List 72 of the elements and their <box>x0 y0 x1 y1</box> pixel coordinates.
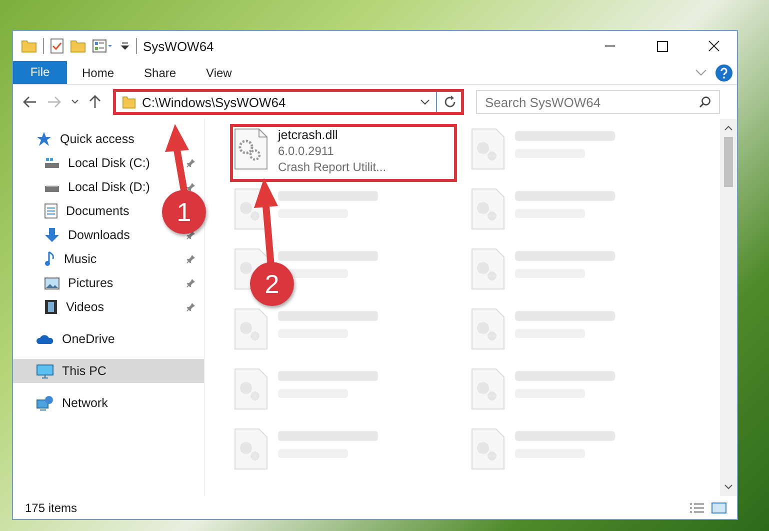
blurred-file-icon <box>234 428 268 470</box>
music-note-icon <box>44 251 56 267</box>
sidebar-item[interactable]: Music <box>64 252 97 266</box>
dropdown-icon[interactable] <box>420 99 430 105</box>
scrollbar-thumb[interactable] <box>724 137 733 187</box>
recent-dropdown-icon[interactable] <box>71 99 79 105</box>
address-bar[interactable]: C:\Windows\SysWOW64 <box>113 89 464 115</box>
blurred-file-icon <box>471 128 505 170</box>
properties-icon[interactable] <box>92 39 114 53</box>
drive-icon <box>44 157 60 169</box>
cloud-icon <box>36 333 54 345</box>
dll-file-icon <box>234 128 268 170</box>
blurred-file-icon <box>234 308 268 350</box>
sidebar-row[interactable]: OneDrive <box>13 327 204 351</box>
sidebar-item[interactable]: Pictures <box>68 276 114 290</box>
blurred-file-icon <box>471 308 505 350</box>
scrollbar[interactable] <box>720 119 737 496</box>
file-name: jetcrash.dll <box>278 128 339 142</box>
search-field[interactable]: Search SysWOW64 <box>476 90 720 114</box>
star-icon <box>36 131 52 147</box>
sidebar-label: Quick access <box>60 132 134 146</box>
checklist-icon[interactable] <box>50 38 64 54</box>
item-count: 175 items <box>25 500 78 514</box>
blurred-file-icon <box>471 368 505 410</box>
file-item[interactable]: jetcrash.dll 6.0.0.2911 Crash Report Utilit... <box>230 124 457 182</box>
pin-icon[interactable] <box>186 278 196 288</box>
address-path: C:\Windows\SysWOW64 <box>142 94 286 110</box>
sidebar-label: This PC <box>62 364 106 378</box>
blurred-file-icon <box>471 428 505 470</box>
sidebar-row[interactable]: This PC <box>13 359 204 383</box>
sidebar-label: OneDrive <box>62 332 115 346</box>
search-icon[interactable] <box>699 96 711 108</box>
sidebar-item[interactable]: Local Disk (C:) <box>68 156 150 170</box>
download-arrow-icon <box>44 227 60 243</box>
network-icon <box>36 395 54 411</box>
dropdown-icon[interactable] <box>120 41 130 51</box>
refresh-icon[interactable] <box>443 95 457 109</box>
blurred-file-icon <box>234 368 268 410</box>
large-icons-view-icon[interactable] <box>711 502 727 514</box>
up-arrow-icon[interactable] <box>89 95 101 109</box>
pin-icon[interactable] <box>186 230 196 240</box>
window-title: SysWOW64 <box>143 38 214 54</box>
computer-icon <box>36 364 54 378</box>
blurred-file-icon <box>471 248 505 290</box>
scroll-up-icon[interactable] <box>724 125 733 131</box>
chevron-icon[interactable] <box>695 68 707 76</box>
sidebar-item[interactable]: Downloads <box>68 228 130 242</box>
film-strip-icon <box>44 299 58 315</box>
blurred-file-icon <box>471 188 505 230</box>
back-arrow-icon[interactable] <box>23 96 37 108</box>
sidebar-row[interactable]: Network <box>13 391 204 415</box>
help-icon[interactable] <box>715 64 733 82</box>
scroll-down-icon[interactable] <box>724 484 733 490</box>
pin-icon[interactable] <box>186 254 196 264</box>
ribbon-tab[interactable]: Share <box>129 61 192 84</box>
sidebar-item[interactable]: Videos <box>66 300 104 314</box>
file-detail: 6.0.0.2911 <box>278 144 335 158</box>
sidebar-item[interactable]: Local Disk (D:) <box>68 180 150 194</box>
pin-icon[interactable] <box>186 158 196 168</box>
details-view-icon[interactable] <box>689 502 705 514</box>
sidebar-label: Network <box>62 396 108 410</box>
folder-icon <box>122 95 136 109</box>
ribbon-tab[interactable]: View <box>191 61 247 84</box>
file-detail: Crash Report Utilit... <box>278 160 386 174</box>
sidebar-row[interactable]: Quick access <box>13 127 204 151</box>
ribbon-tab[interactable]: Home <box>67 61 130 84</box>
pin-icon[interactable] <box>186 182 196 192</box>
picture-icon <box>44 276 60 290</box>
document-icon <box>44 203 58 219</box>
sidebar-item[interactable]: Documents <box>66 204 130 218</box>
pin-icon[interactable] <box>186 302 196 312</box>
ribbon-tab[interactable]: File <box>13 61 67 84</box>
